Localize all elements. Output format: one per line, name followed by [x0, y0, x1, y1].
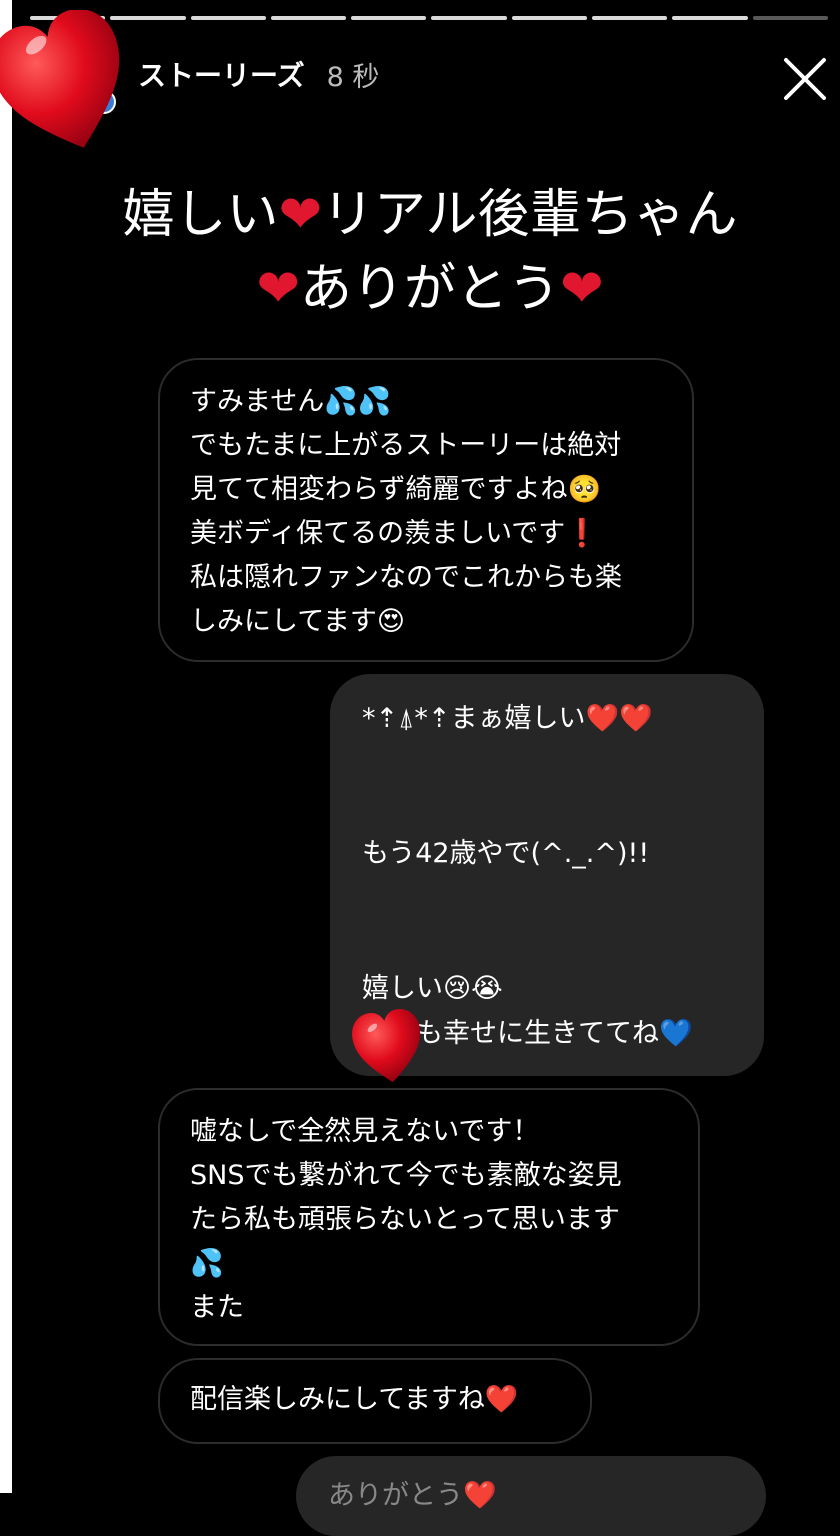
caption-text: ありがとう [299, 259, 560, 319]
story-header: ストーリーズ 8 秒 [138, 52, 379, 96]
message-text: ありがとう❤️ [328, 1480, 497, 1511]
progress-segment [511, 16, 588, 20]
story-name[interactable]: ストーリーズ [138, 54, 305, 94]
message-bubble-received[interactable]: 配信楽しみにしてますね❤️ [158, 1358, 592, 1444]
progress-segment [672, 16, 748, 20]
progress-segment [592, 16, 668, 20]
story-caption: 嬉しい❤リアル後輩ちゃん ❤ありがとう❤ [40, 178, 820, 326]
message-bubble-sent[interactable]: ありがとう❤️ [296, 1456, 766, 1536]
heart-sticker [0, 10, 120, 148]
caption-text: リアル後輩ちゃん [322, 185, 738, 245]
progress-segment [431, 16, 507, 20]
close-icon[interactable] [780, 54, 830, 104]
caption-line-1: 嬉しい❤リアル後輩ちゃん [40, 178, 820, 252]
progress-segment [752, 16, 828, 20]
caption-line-2: ❤ありがとう❤ [40, 252, 820, 326]
left-edge [0, 0, 12, 1493]
heart-sticker [352, 1009, 421, 1083]
caption-text: 嬉しい [122, 185, 279, 245]
heart-icon: ❤ [256, 259, 300, 319]
progress-segment [351, 16, 427, 20]
message-bubble-received[interactable]: 嘘なしで全然見えないです！ SNSでも繋がれて今でも素敵な姿見 たら私も頑張らな… [158, 1088, 700, 1346]
heart-icon: ❤ [278, 185, 323, 245]
progress-segment [190, 16, 266, 20]
story-progress-bar [30, 16, 828, 20]
heart-icon: ❤ [560, 259, 604, 319]
message-bubble-received[interactable]: すみません💦💦 でもたまに上がるストーリーは絶対 見てて相変わらず綺麗ですよね🥺… [158, 358, 694, 662]
story-timestamp: 8 秒 [326, 61, 380, 93]
progress-segment [270, 16, 347, 20]
